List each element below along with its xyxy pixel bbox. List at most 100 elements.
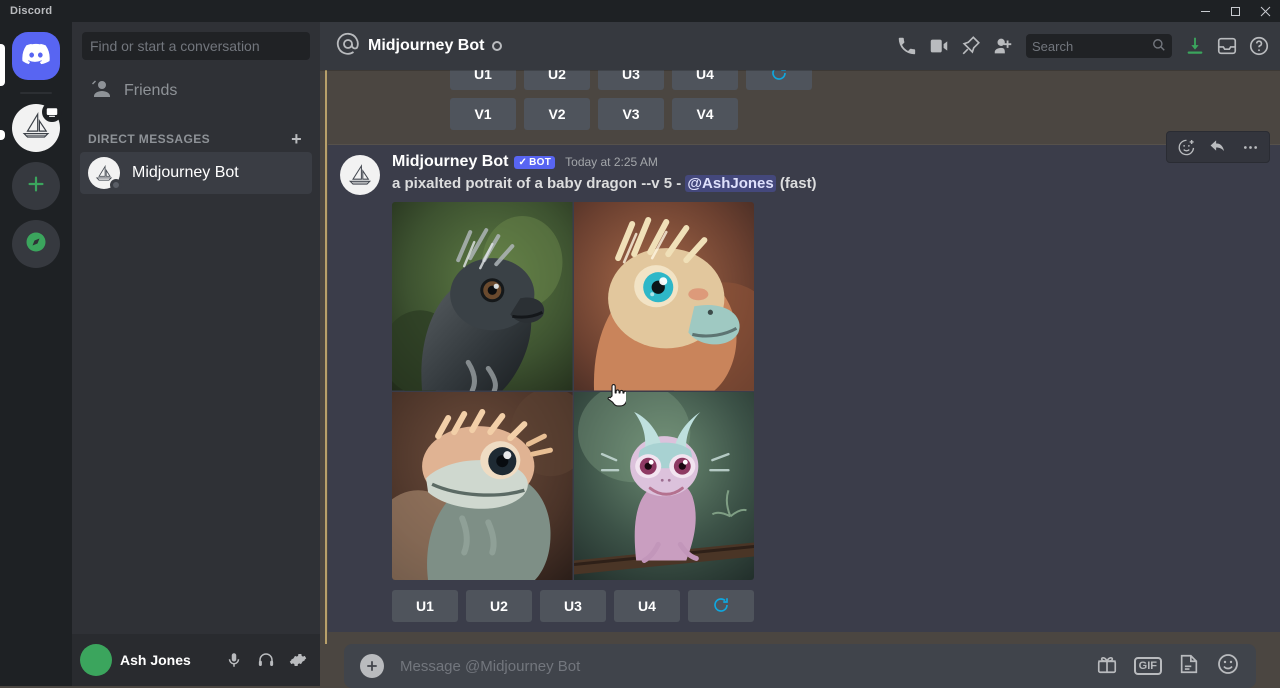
thread-highlight-rule bbox=[325, 70, 327, 644]
search-input[interactable]: Search bbox=[1026, 34, 1172, 58]
grid-image-top-right[interactable] bbox=[573, 202, 754, 391]
microphone-icon[interactable] bbox=[220, 646, 248, 674]
verified-check-icon: ✓ bbox=[518, 156, 528, 168]
inbox-download-icon[interactable] bbox=[1182, 33, 1208, 59]
image-grid[interactable] bbox=[392, 202, 754, 580]
sidebar-item-friends[interactable]: Friends bbox=[80, 70, 312, 112]
gif-icon[interactable]: GIF bbox=[1133, 656, 1162, 676]
upscale-button-u1-previous[interactable]: U1 bbox=[450, 70, 516, 90]
upscale-button-row-previous: U1 U2 U3 U4 bbox=[376, 70, 1280, 90]
upscale-button-u2[interactable]: U2 bbox=[466, 590, 532, 622]
message-composer[interactable]: Message @Midjourney Bot GIF bbox=[344, 644, 1256, 688]
dm-heading-label: DIRECT MESSAGES bbox=[88, 132, 211, 146]
server-badge-icon bbox=[42, 102, 62, 122]
rail-item-explore[interactable] bbox=[12, 220, 60, 268]
minimize-window-button[interactable] bbox=[1190, 0, 1220, 22]
message-author[interactable]: Midjourney Bot bbox=[392, 153, 508, 171]
close-window-button[interactable] bbox=[1250, 0, 1280, 22]
dm-section-heading: DIRECT MESSAGES + bbox=[80, 112, 312, 152]
sidebar-item-midjourney-bot-label: Midjourney Bot bbox=[132, 164, 239, 181]
variation-button-v2-previous[interactable]: V2 bbox=[524, 98, 590, 130]
dm-sidebar: Find or start a conversation Friends DIR… bbox=[72, 22, 320, 686]
search-placeholder: Search bbox=[1032, 38, 1074, 54]
message-header: Midjourney Bot ✓ BOT Today at 2:25 AM bbox=[392, 153, 1280, 171]
user-panel-icons bbox=[220, 646, 312, 674]
app-title: Discord bbox=[10, 5, 53, 17]
dm-search-wrapper: Find or start a conversation bbox=[72, 22, 320, 70]
header-action-icons: Search bbox=[894, 33, 1272, 59]
message-speed: (fast) bbox=[779, 175, 817, 192]
upscale-button-row: U1 U2 U3 U4 bbox=[392, 590, 1280, 622]
inbox-icon[interactable] bbox=[1214, 33, 1240, 59]
window-controls bbox=[1190, 0, 1280, 22]
message-input[interactable]: Message @Midjourney Bot bbox=[400, 658, 1096, 675]
message-list[interactable]: U1 U2 U3 U4 V1 V2 V3 V4 Midjourney Bot ✓… bbox=[320, 70, 1280, 644]
upscale-button-u4[interactable]: U4 bbox=[614, 590, 680, 622]
current-user-name: Ash Jones bbox=[120, 652, 191, 668]
chat-header: Midjourney Bot Search bbox=[320, 22, 1280, 70]
dm-search-input[interactable]: Find or start a conversation bbox=[82, 32, 310, 60]
video-call-icon[interactable] bbox=[926, 33, 952, 59]
reroll-button[interactable] bbox=[688, 590, 754, 622]
upscale-button-u3[interactable]: U3 bbox=[540, 590, 606, 622]
rail-divider bbox=[20, 92, 52, 94]
headphones-icon[interactable] bbox=[252, 646, 280, 674]
upload-attachment-button[interactable] bbox=[360, 654, 384, 678]
variation-button-v1-previous[interactable]: V1 bbox=[450, 98, 516, 130]
variation-button-v4-previous[interactable]: V4 bbox=[672, 98, 738, 130]
reroll-icon bbox=[712, 596, 730, 617]
at-icon bbox=[336, 32, 360, 61]
upscale-button-u2-previous[interactable]: U2 bbox=[524, 70, 590, 90]
composer-area: Message @Midjourney Bot GIF bbox=[320, 644, 1280, 688]
sidebar-item-friends-label: Friends bbox=[124, 82, 178, 99]
offline-status-dot bbox=[492, 41, 503, 51]
rail-item-add-server[interactable] bbox=[12, 162, 60, 210]
avatar[interactable] bbox=[340, 155, 380, 195]
status-badge bbox=[110, 179, 122, 191]
create-dm-button[interactable]: + bbox=[291, 130, 302, 148]
maximize-window-button[interactable] bbox=[1220, 0, 1250, 22]
avatar bbox=[88, 157, 122, 191]
pinned-messages-icon[interactable] bbox=[958, 33, 984, 59]
compass-icon bbox=[24, 230, 48, 258]
grid-image-top-left[interactable] bbox=[392, 202, 573, 391]
active-server-pill-home bbox=[0, 44, 5, 86]
message-input-placeholder: Message @Midjourney Bot bbox=[400, 657, 581, 675]
emoji-icon[interactable] bbox=[1216, 652, 1240, 681]
voice-call-icon[interactable] bbox=[894, 33, 920, 59]
variation-button-v3-previous[interactable]: V3 bbox=[598, 98, 664, 130]
rail-item-server-midjourney[interactable] bbox=[12, 102, 62, 152]
user-panel: Ash Jones bbox=[72, 634, 320, 686]
message-item[interactable]: Midjourney Bot ✓ BOT Today at 2:25 AM a … bbox=[328, 131, 1280, 632]
title-bar: Discord bbox=[0, 0, 1280, 22]
reroll-icon bbox=[770, 70, 788, 85]
message-content: Midjourney Bot ✓ BOT Today at 2:25 AM a … bbox=[328, 153, 1280, 622]
friends-icon bbox=[88, 77, 112, 106]
upscale-button-u3-previous[interactable]: U3 bbox=[598, 70, 664, 90]
gift-icon[interactable] bbox=[1096, 653, 1118, 680]
add-friends-icon[interactable] bbox=[990, 33, 1016, 59]
reroll-button-previous[interactable] bbox=[746, 70, 812, 90]
composer-icons: GIF bbox=[1096, 652, 1240, 681]
hover-server-pill bbox=[0, 130, 5, 140]
grid-image-bottom-left[interactable] bbox=[392, 391, 573, 580]
pointing-hand-cursor bbox=[606, 382, 628, 413]
upscale-button-u4-previous[interactable]: U4 bbox=[672, 70, 738, 90]
avatar[interactable] bbox=[80, 644, 112, 676]
grid-image-bottom-right[interactable] bbox=[573, 391, 754, 580]
dm-search-placeholder: Find or start a conversation bbox=[90, 38, 260, 54]
sticker-icon[interactable] bbox=[1178, 653, 1200, 680]
message-timestamp: Today at 2:25 AM bbox=[565, 155, 658, 169]
gear-icon[interactable] bbox=[284, 646, 312, 674]
search-icon bbox=[1152, 38, 1166, 55]
plus-icon bbox=[25, 173, 47, 199]
message-prompt: a pixalted potrait of a baby dragon --v … bbox=[392, 175, 682, 192]
help-icon[interactable] bbox=[1246, 33, 1272, 59]
message-text: a pixalted potrait of a baby dragon --v … bbox=[392, 175, 1280, 192]
discord-logo-icon bbox=[22, 40, 50, 73]
rail-item-home[interactable] bbox=[12, 32, 60, 80]
user-mention[interactable]: @AshJones bbox=[685, 175, 776, 192]
variation-button-row-previous: V1 V2 V3 V4 bbox=[376, 98, 1280, 130]
upscale-button-u1[interactable]: U1 bbox=[392, 590, 458, 622]
sidebar-item-midjourney-bot[interactable]: Midjourney Bot bbox=[80, 152, 312, 194]
